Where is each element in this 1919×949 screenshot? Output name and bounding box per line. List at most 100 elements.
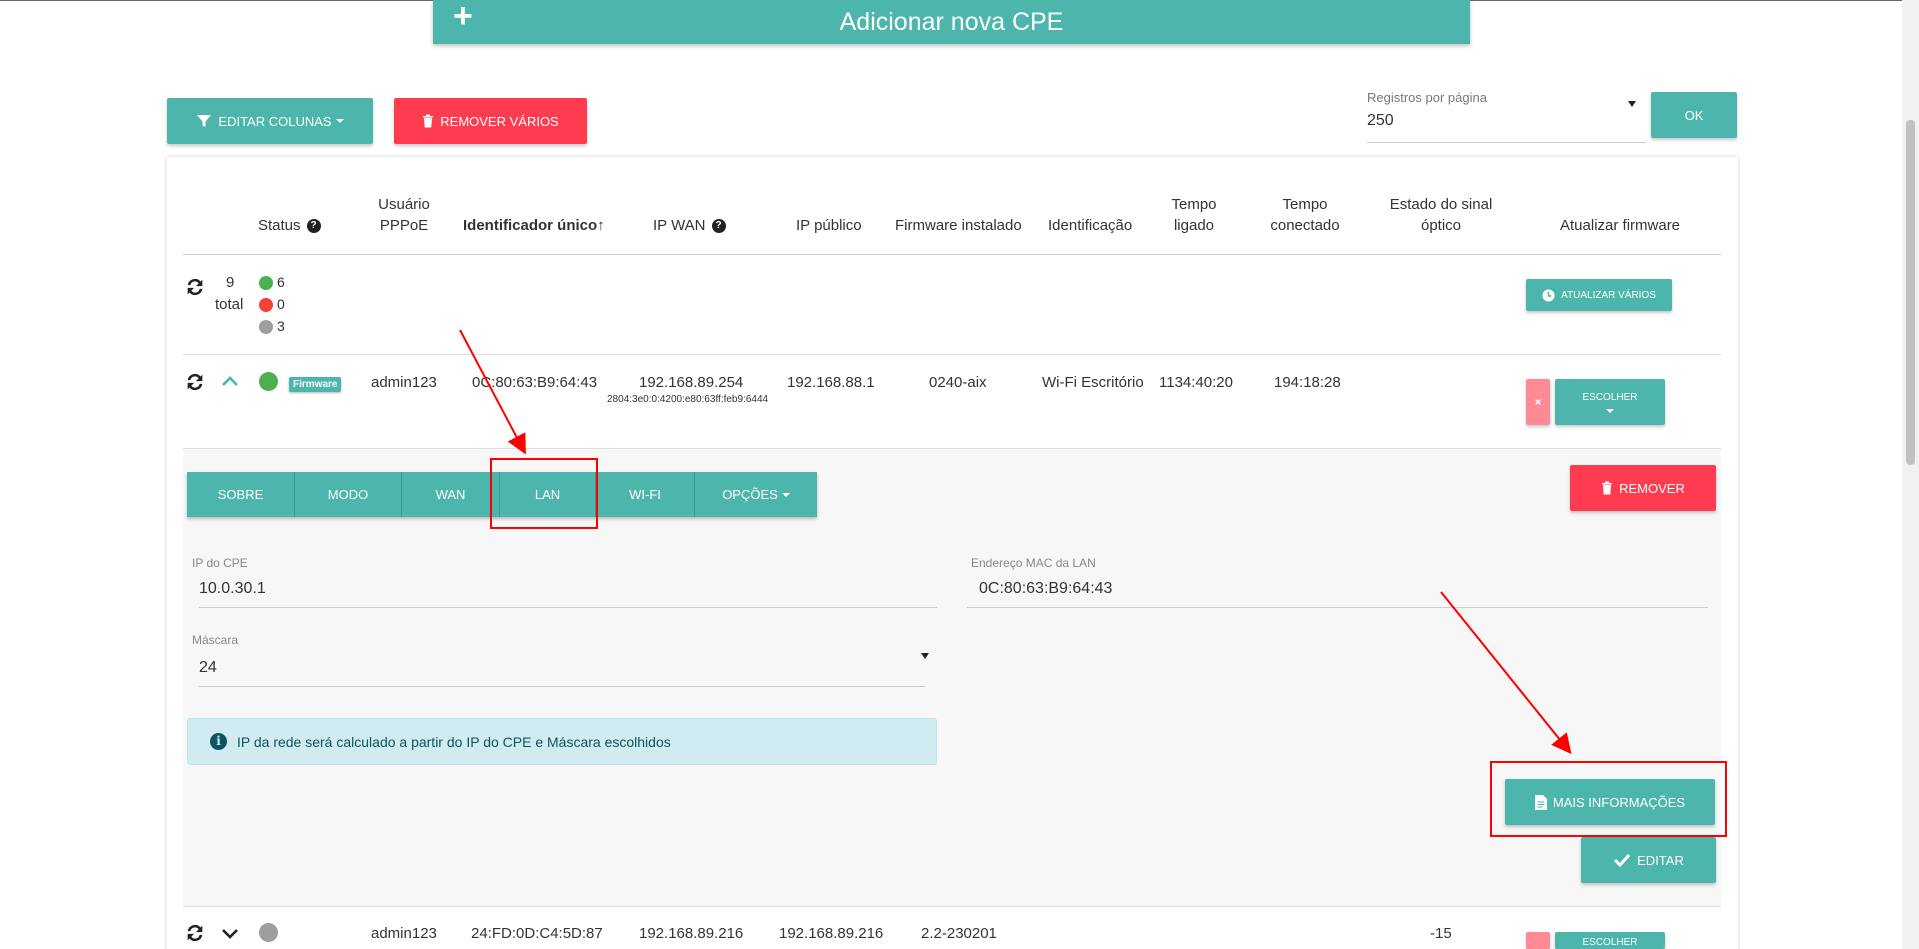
header-status-label: Status: [258, 217, 301, 234]
dropdown-arrow-icon[interactable]: [1628, 101, 1636, 107]
header-unique-id[interactable]: Identificador único↑: [463, 215, 605, 236]
summary-gray-count: 3: [277, 318, 285, 334]
row-unique-id: 24:FD:0D:C4:5D:87: [471, 925, 603, 942]
header-ip-wan: IP WAN?: [653, 215, 726, 236]
choose-firmware-button[interactable]: ESCOLHER: [1555, 379, 1665, 425]
header-identification: Identificação: [1048, 217, 1133, 234]
header-firmware: Firmware instalado: [895, 217, 1022, 234]
add-cpe-button[interactable]: + Adicionar nova CPE: [433, 0, 1470, 44]
info-alert-text: IP da rede será calculado a partir do IP…: [237, 733, 671, 750]
caret-down-icon: [781, 492, 790, 497]
per-page-select[interactable]: 250: [1367, 112, 1394, 130]
close-icon: ×: [1534, 395, 1542, 409]
header-uptime: Tempo ligado: [1160, 194, 1228, 236]
choose-firmware-button[interactable]: ESCOLHER: [1555, 932, 1665, 949]
mask-underline: [199, 686, 925, 687]
chevron-up-icon[interactable]: [221, 375, 239, 387]
cpe-ip-underline: [199, 607, 937, 608]
filter-icon: [197, 115, 212, 127]
lan-mac-label: Endereço MAC da LAN: [971, 556, 1096, 570]
page: + Adicionar nova CPE EDITAR COLUNAS REMO…: [0, 0, 1919, 949]
row-divider: [183, 354, 1721, 355]
add-cpe-label: Adicionar nova CPE: [839, 7, 1064, 36]
help-icon[interactable]: ?: [711, 219, 726, 234]
summary-total-count: 9: [226, 274, 235, 291]
per-page-underline: [1367, 142, 1646, 143]
header-optical: Estado do sinal óptico: [1385, 194, 1497, 236]
header-divider: [183, 254, 1721, 255]
row-identification: Wi-Fi Escritório: [1042, 374, 1144, 391]
row-connected: 194:18:28: [1274, 374, 1341, 391]
row-ip-wan-v6: 2804:3e0:0:4200:e80:63ff:feb9:6444: [607, 394, 769, 405]
status-green-dot: [259, 276, 273, 290]
remove-many-label: REMOVER VÁRIOS: [440, 113, 559, 129]
choose-label: ESCOLHER: [1582, 391, 1638, 403]
caret-down-icon: [335, 119, 344, 123]
refresh-icon[interactable]: [184, 276, 206, 298]
row-pppoe: admin123: [371, 925, 437, 942]
refresh-icon[interactable]: [184, 371, 206, 393]
ok-label: OK: [1684, 107, 1704, 123]
remove-button[interactable]: REMOVER: [1570, 465, 1716, 511]
trash-icon: [423, 114, 434, 128]
header-status: Status?: [258, 215, 321, 236]
status-online-dot: [259, 372, 278, 391]
edit-button[interactable]: EDITAR: [1581, 837, 1716, 883]
annotation-box-lan-tab: [490, 458, 598, 529]
update-many-label: ATUALIZAR VÁRIOS: [1561, 289, 1656, 301]
row-optical: -15: [1430, 925, 1452, 942]
refresh-icon[interactable]: [184, 922, 206, 944]
summary-total-label: total: [215, 296, 244, 313]
header-ip-public: IP público: [796, 217, 862, 234]
tab-sobre[interactable]: SOBRE: [187, 472, 295, 517]
scrollbar-thumb[interactable]: [1906, 120, 1915, 465]
header-pppoe-line2: PPPoE: [379, 217, 429, 234]
cancel-firmware-button[interactable]: [1526, 932, 1550, 949]
row-ip-public: 192.168.88.1: [787, 374, 875, 391]
update-many-button[interactable]: ATUALIZAR VÁRIOS: [1526, 279, 1672, 311]
header-update-firmware: Atualizar firmware: [1560, 217, 1681, 234]
header-ip-wan-label: IP WAN: [653, 217, 706, 234]
annotation-box-more-info: [1490, 761, 1727, 837]
row-firmware: 2.2-230201: [921, 925, 997, 942]
row-divider: [183, 448, 1721, 449]
edit-columns-button[interactable]: EDITAR COLUNAS: [167, 98, 373, 144]
header-unique-id-label: Identificador único↑: [463, 217, 605, 234]
ok-button[interactable]: OK: [1651, 92, 1737, 138]
tab-opcoes-label: OPÇÕES: [722, 487, 778, 502]
choose-label: ESCOLHER: [1582, 937, 1638, 948]
clock-icon: [1542, 288, 1555, 302]
dropdown-arrow-icon[interactable]: [921, 653, 929, 659]
per-page-label: Registros por página: [1367, 90, 1487, 105]
edit-columns-label: EDITAR COLUNAS: [218, 113, 332, 129]
header-pppoe: Usuário PPPoE: [370, 194, 438, 236]
trash-icon: [1602, 481, 1613, 495]
chevron-down-icon[interactable]: [221, 928, 239, 940]
tab-wifi[interactable]: WI-FI: [596, 472, 695, 517]
edit-label: EDITAR: [1637, 852, 1684, 868]
plus-icon: +: [453, 0, 473, 35]
header-connected-line1: Tempo: [1282, 196, 1328, 213]
status-offline-dot: [259, 923, 278, 942]
header-uptime-line1: Tempo: [1171, 196, 1217, 213]
row-uptime: 1134:40:20: [1159, 374, 1233, 391]
header-pppoe-line1: Usuário: [378, 196, 430, 213]
remove-label: REMOVER: [1619, 480, 1685, 496]
cancel-firmware-button[interactable]: ×: [1526, 379, 1550, 425]
mask-select[interactable]: 24: [199, 659, 217, 677]
summary-red-count: 0: [277, 296, 285, 312]
remove-many-button[interactable]: REMOVER VÁRIOS: [394, 98, 587, 144]
tab-opcoes[interactable]: OPÇÕES: [695, 472, 817, 517]
help-icon[interactable]: ?: [306, 219, 321, 234]
lan-mac-value: 0C:80:63:B9:64:43: [979, 580, 1113, 597]
tab-wan[interactable]: WAN: [402, 472, 500, 517]
row-pppoe: admin123: [371, 374, 437, 391]
cpe-ip-input[interactable]: 10.0.30.1: [199, 580, 266, 598]
info-alert: i IP da rede será calculado a partir do …: [187, 718, 937, 765]
header-optical-line1: Estado do sinal: [1389, 196, 1493, 213]
header-connected-line2: conectado: [1270, 217, 1340, 234]
tab-modo[interactable]: MODO: [295, 472, 402, 517]
info-icon: i: [210, 733, 227, 750]
header-uptime-line2: ligado: [1173, 217, 1215, 234]
lan-mac-underline: [967, 607, 1708, 608]
